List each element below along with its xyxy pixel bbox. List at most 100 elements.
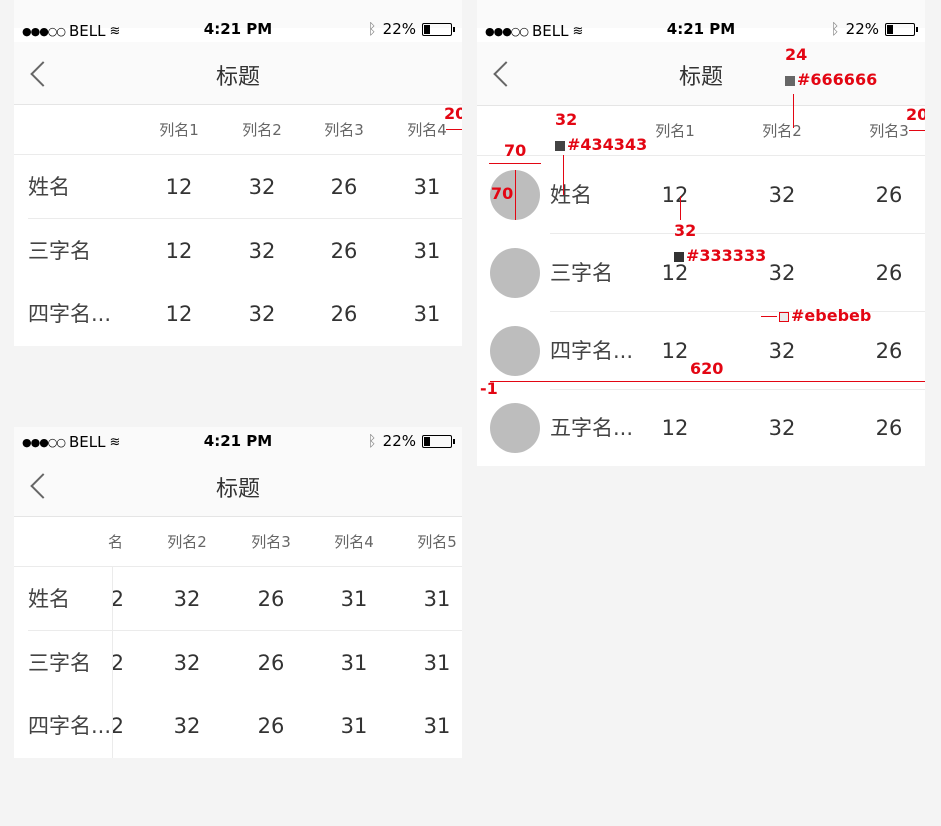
- cell-value: 32: [768, 416, 796, 440]
- cell-value: 2: [110, 651, 124, 675]
- table-row[interactable]: 四字名... 12 32 26 31: [14, 282, 462, 346]
- navigation-bar: 标题: [14, 42, 462, 105]
- annotation-name-size: 32: [555, 110, 578, 129]
- avatar: [490, 248, 540, 298]
- status-bar: ●●●○○ BELL ≋ 4:21 PM ᛒ 22%: [14, 427, 462, 455]
- row-name: 三字名: [28, 239, 91, 263]
- row-name: 四字名...: [550, 339, 634, 363]
- page-title: 标题: [215, 477, 260, 502]
- annotation-divider-width: 620: [690, 359, 724, 378]
- cell-value: 2: [110, 587, 124, 611]
- annotation-divider-height: -1: [480, 379, 498, 398]
- annotation-avatar-height: 70: [491, 184, 514, 203]
- avatar: [490, 403, 540, 453]
- cell-value: 26: [330, 239, 358, 263]
- annotation-line: [515, 170, 516, 220]
- cell-value: 32: [173, 587, 201, 611]
- cell-value: 32: [248, 302, 276, 326]
- phone-screen-3: ●●●○○ BELL ≋ 4:21 PM ᛒ 22% 标题 列名1 列名2 列名…: [477, 0, 925, 466]
- row-name: 五字名...: [550, 416, 634, 440]
- annotation-value-size: 32: [674, 221, 697, 240]
- cell-value: 32: [248, 239, 276, 263]
- row-name: 四字名...: [28, 302, 112, 326]
- row-name: 三字名: [550, 261, 613, 285]
- annotation-line: [446, 129, 462, 130]
- annotation-line: [793, 94, 794, 128]
- bluetooth-icon: ᛒ: [830, 20, 840, 38]
- cell-value: 31: [340, 651, 368, 675]
- annotation-line: [489, 163, 541, 164]
- table-row[interactable]: 姓名 2 32 26 31 31: [14, 567, 462, 631]
- column-header-1: 名1: [108, 533, 124, 601]
- cell-value: 31: [413, 239, 441, 263]
- column-header-2: 列名2: [762, 122, 802, 140]
- column-header-3: 列名3: [251, 533, 291, 551]
- row-name: 姓名: [28, 587, 70, 611]
- annotation-line: [680, 196, 681, 220]
- color-swatch-icon: [779, 311, 789, 322]
- cell-value: 26: [875, 416, 903, 440]
- column-header-1: 列名1: [159, 121, 199, 139]
- cell-value: 32: [173, 714, 201, 738]
- row-name: 姓名: [28, 175, 70, 199]
- battery-icon: [422, 22, 455, 36]
- cell-value: 32: [248, 175, 276, 199]
- battery-percent: 22%: [845, 20, 879, 38]
- cell-value: 2: [110, 714, 124, 738]
- annotation-line: [490, 381, 925, 382]
- cell-value: 12: [165, 239, 193, 263]
- annotation-header-color: #666666: [785, 70, 877, 89]
- annotation-name-color: #434343: [555, 135, 647, 154]
- battery-icon: [885, 22, 918, 36]
- cell-value: 26: [257, 587, 285, 611]
- row-name: 姓名: [550, 183, 592, 207]
- annotation-value-color: #333333: [674, 246, 766, 265]
- cell-value: 12: [661, 339, 689, 363]
- battery-icon: [422, 434, 455, 448]
- cell-value: 31: [413, 175, 441, 199]
- cell-value: 31: [423, 651, 451, 675]
- table-row[interactable]: 四字名... 2 32 26 31 31: [14, 694, 462, 758]
- table-header: 列名1 列名2 列名3 列名4: [14, 105, 462, 155]
- navigation-bar: 标题: [14, 455, 462, 517]
- table-row[interactable]: 姓名 12 32 26 31: [14, 155, 462, 219]
- cell-value: 26: [875, 261, 903, 285]
- annotation-line: [909, 130, 925, 131]
- table-row[interactable]: 三字名 2 32 26 31 31: [14, 631, 462, 695]
- cell-value: 26: [257, 714, 285, 738]
- annotation-column-gap: 20: [444, 104, 462, 123]
- row-name: 三字名: [28, 651, 91, 675]
- annotation-column-gap: 20: [906, 105, 925, 124]
- cell-value: 26: [875, 183, 903, 207]
- cell-value: 26: [257, 651, 285, 675]
- status-bar: ●●●○○ BELL ≋ 4:21 PM ᛒ 22%: [14, 0, 462, 40]
- table-row[interactable]: 三字名 12 32 26 31: [14, 219, 462, 283]
- table-row[interactable]: 五字名... 12 32 26: [477, 390, 925, 466]
- cell-value: 31: [423, 714, 451, 738]
- frozen-column-divider: [112, 567, 113, 758]
- cell-value: 31: [340, 714, 368, 738]
- column-header-4: 列名4: [334, 533, 374, 551]
- cell-value: 32: [768, 183, 796, 207]
- color-swatch-icon: [555, 140, 565, 151]
- cell-value: 26: [330, 302, 358, 326]
- bluetooth-icon: ᛒ: [367, 20, 377, 38]
- phone-screen-2: ●●●○○ BELL ≋ 4:21 PM ᛒ 22% 标题 名1 列名2 列名3…: [14, 427, 462, 758]
- cell-value: 31: [340, 587, 368, 611]
- cell-value: 12: [165, 302, 193, 326]
- column-header-2: 列名2: [242, 121, 282, 139]
- avatar: [490, 326, 540, 376]
- cell-value: 12: [165, 175, 193, 199]
- bluetooth-icon: ᛒ: [367, 432, 377, 450]
- battery-percent: 22%: [382, 20, 416, 38]
- phone-screen-1: ●●●○○ BELL ≋ 4:21 PM ᛒ 22% 标题 列名1 列名2 列名…: [14, 0, 462, 346]
- cell-value: 26: [330, 175, 358, 199]
- page-title: 标题: [215, 65, 260, 90]
- table-row[interactable]: 姓名 12 32 26: [477, 156, 925, 234]
- table-header: 列名1 列名2 列名3: [477, 106, 925, 156]
- battery-percent: 22%: [382, 432, 416, 450]
- annotation-line: [563, 155, 564, 195]
- color-swatch-icon: [674, 251, 684, 262]
- color-swatch-icon: [785, 75, 795, 86]
- cell-value: 31: [423, 587, 451, 611]
